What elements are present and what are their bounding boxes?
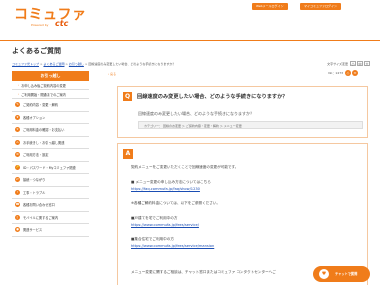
webmail-login-link[interactable]: Webメールログイン [252,3,288,10]
share-icon[interactable]: ✉ [352,70,358,76]
answer-link[interactable]: https://www.commufa.jp/fees/service/mans… [131,244,214,248]
sidebar-subitem[interactable]: › ご利用開始・開通までのご案内 [12,90,89,99]
logo-powered-by: Powered by [31,23,49,27]
site-header: コミュファ Powered by ctc Webメールログイン マイコミュファロ… [0,0,380,40]
service-icon: ● [15,227,20,233]
question-box: Q 回線速度のみ変更したい場合、どのような手続きになりますか？ 回線速度のみ変更… [117,86,368,138]
print-icon[interactable]: ⎙ [345,70,351,76]
font-size-large-button[interactable]: 大 [364,61,370,66]
answer-text: 契約メニューをご変更いただくことで回線速度の変更が可能です。 [131,165,239,169]
header-divider [0,40,380,41]
sidebar-item-id-password[interactable]: 🔑 ID・パスワード・Myコミュファ関連 [12,162,89,174]
answer-text: ■集合住宅でご利用中の方 [131,237,174,241]
category-path: カテゴリー： 回線のお変更 ＞ ご契約内容・変更・解約 ＞ メニュー変更 [138,121,363,129]
yen-icon: ¥ [15,127,20,133]
chevron-right-icon: › [18,83,20,87]
breadcrumb-item[interactable]: よくあるご質問 [43,62,64,66]
sidebar-item-contact[interactable]: ☎ 各種お問い合わせ窓口 [12,199,89,212]
sidebar-item-moving[interactable]: ⌂ お手続きし・お引っ越し関連 [12,137,89,149]
font-size-small-button[interactable]: 小 [350,61,356,66]
chat-button[interactable]: ♥ チャットで質問 [313,266,370,282]
question-detail: 回線速度のみ変更したい場合、どのような手続きになりますか？ [138,111,254,116]
breadcrumb-item[interactable]: お引っ越し [69,62,84,66]
answer-text: ■ メニュー変更の申し込み方法についてはこちら [131,180,211,184]
question-badge: Q [123,92,132,101]
font-size-medium-button[interactable]: 中 [357,61,363,66]
key-icon: 🔑 [15,164,20,170]
mycommufa-login-link[interactable]: マイコミュファログイン [300,3,342,10]
sidebar-item-options[interactable]: ★ 各種オプション [12,112,89,124]
sidebar-item-billing[interactable]: ¥ ご利用料金の確認・お支払い [12,124,89,137]
logo[interactable]: コミュファ [14,8,87,23]
sidebar-item-connection[interactable]: ⇄ 接続・つながり [12,174,89,187]
font-size-control: 文字サイズ変更 小中大 [327,61,370,66]
font-size-label: 文字サイズ変更 [327,62,349,66]
sidebar-item-trouble[interactable]: ! 工事・トラブル [12,187,89,199]
sidebar-item-settings[interactable]: ⚙ ご利用方法・設定 [12,149,89,162]
back-link[interactable]: ‹ 戻る [108,70,358,78]
phone-icon: ☎ [15,202,20,208]
answer-link[interactable]: https://www.commufa.jp/fees/service/ [131,223,199,227]
sidebar: お引っ越し › お申し込み後ご契約内容の変更 › ご利用開始・開通までのご案内 ✎ ご… [12,71,89,237]
chat-bubble-icon: ♥ [319,269,329,279]
faq-main: ‹ 戻る No：1473 ⎙ ✉ Q 回線速度のみ変更したい場合、どのような手続き… [108,70,368,285]
answer-link[interactable]: https://faq.commufa.jp/faq/show/1230 [131,187,200,191]
warning-icon: ! [15,189,20,195]
connection-icon: ⇄ [15,177,20,183]
sidebar-item-mobile[interactable]: ▯ モバイルに関するご案内 [12,212,89,224]
pencil-icon: ✎ [15,102,20,108]
mobile-icon: ▯ [15,214,20,220]
house-icon: ⌂ [15,139,20,145]
answer-text: メニュー変更に関するご相談は、チャット窓口またはコミュファ コンタクトセンターへ… [131,270,276,274]
faq-number: No：1473 ⎙ ✉ [328,70,358,76]
star-icon: ★ [15,114,20,120]
sidebar-heading[interactable]: お引っ越し [12,71,89,81]
question-title: 回線速度のみ変更したい場合、どのような手続きになりますか？ [137,94,288,100]
logo-ctc: ctc [55,19,69,28]
page-title: よくあるご質問 [12,47,61,55]
gear-icon: ⚙ [15,152,20,158]
answer-text: ■戸建てを宅でご利用中の方 [131,216,178,220]
answer-badge: A [123,149,133,159]
breadcrumb-item[interactable]: コミュファ光トップ [12,62,39,66]
sidebar-subitem[interactable]: › お申し込み後ご契約内容の変更 [12,81,89,90]
answer-text: ※各種ご解約料金については、以下をご参照ください。 [131,201,221,205]
sidebar-item-contract[interactable]: ✎ ご契約内容・変更・解約 [12,99,89,112]
chevron-right-icon: › [18,92,20,96]
breadcrumb: コミュファ光トップ > よくあるご質問 > お引っ越し > 回線速度のみ変更した… [12,62,176,66]
answer-box: A 契約メニューをご変更いただくことで回線速度の変更が可能です。 ■ メニュー変… [117,143,368,285]
sidebar-item-related[interactable]: ● 関連サービス [12,224,89,237]
breadcrumb-current: 回線速度のみ変更したい場合、どのような手続きになりますか？ [88,62,176,66]
